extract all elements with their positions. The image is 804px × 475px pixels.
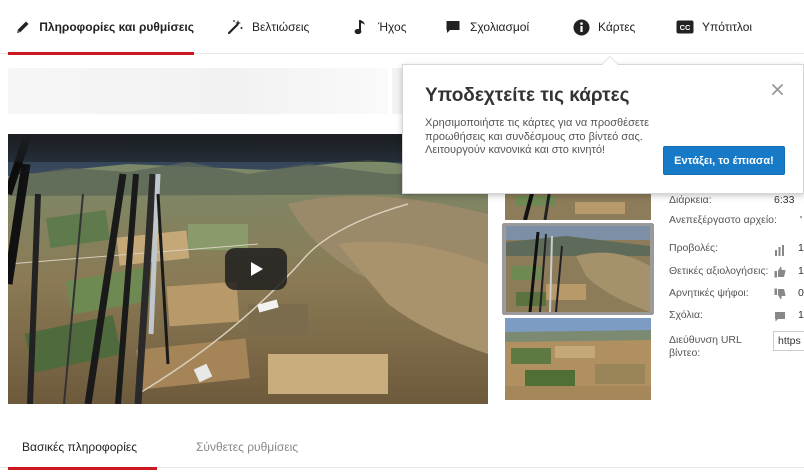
info-circle-icon	[572, 18, 590, 36]
views-value: 1	[798, 242, 804, 254]
tab-label: Κάρτες	[598, 20, 636, 34]
title-strip-edge	[392, 68, 402, 114]
cards-welcome-popup: Υποδεχτείτε τις κάρτες Χρησιμοποιήστε τι…	[402, 56, 804, 194]
popup-description: Χρησιμοποιήστε τις κάρτες για να προσθέσ…	[425, 117, 650, 156]
play-button[interactable]	[225, 248, 287, 290]
duration-label: Διάρκεια:	[669, 194, 712, 206]
thumbnail-image	[505, 318, 651, 400]
tab-audio[interactable]: Ήχος	[352, 0, 407, 54]
music-note-icon	[352, 18, 370, 36]
thumbnail-option-3[interactable]	[505, 318, 651, 400]
video-url-field[interactable]: https	[773, 331, 804, 351]
tab-label: Ήχος	[378, 20, 407, 34]
thumbnail-image	[506, 226, 650, 312]
likes-label: Θετικές αξιολογήσεις:	[669, 265, 769, 277]
comments-value: 1	[798, 309, 804, 321]
duration-value: 6:33	[774, 194, 795, 206]
dislikes-value: 0	[798, 287, 804, 299]
close-icon[interactable]	[769, 81, 785, 97]
magic-wand-icon	[226, 18, 244, 36]
thumbs-up-icon	[774, 265, 786, 278]
likes-value: 1	[798, 265, 804, 277]
thumbnail-option-2-selected[interactable]	[503, 223, 653, 315]
popup-title: Υποδεχτείτε τις κάρτες	[425, 85, 630, 106]
tab-enhancements[interactable]: Βελτιώσεις	[226, 0, 309, 54]
video-title-field-blurred	[8, 68, 388, 114]
views-label: Προβολές:	[669, 242, 718, 254]
comment-icon	[774, 310, 786, 322]
top-tab-bar: Πληροφορίες και ρυθμίσεις Βελτιώσεις Ήχο…	[0, 0, 804, 55]
got-it-button[interactable]: Εντάξει, το έπιασα!	[663, 146, 785, 175]
raw-file-value: '	[800, 214, 803, 226]
subtab-advanced-settings[interactable]: Σύνθετες ρυθμίσεις	[196, 426, 298, 468]
tab-info-settings[interactable]: Πληροφορίες και ρυθμίσεις	[8, 0, 194, 55]
cc-icon: CC	[676, 18, 694, 36]
settings-sub-tabs: Βασικές πληροφορίες Σύνθετες ρυθμίσεις	[0, 426, 804, 470]
tab-label: Σχολιασμοί	[470, 20, 530, 34]
tab-label: Υπότιτλοι	[702, 20, 753, 34]
pencil-icon	[14, 18, 31, 36]
play-icon	[251, 262, 263, 276]
speech-bubble-icon	[444, 18, 462, 36]
video-url-label: Διεύθυνση URL βίντεο:	[669, 334, 742, 359]
tab-label: Βελτιώσεις	[252, 20, 310, 34]
dislikes-label: Αρνητικές ψήφοι:	[669, 287, 749, 299]
comments-label: Σχόλια:	[669, 309, 703, 321]
tab-annotations[interactable]: Σχολιασμοί	[444, 0, 529, 54]
svg-text:CC: CC	[680, 23, 691, 32]
raw-file-label: Ανεπεξέργαστο αρχείο:	[669, 214, 777, 226]
subtab-basic-info[interactable]: Βασικές πληροφορίες	[7, 426, 158, 470]
thumbs-down-icon	[774, 287, 786, 300]
tab-cards[interactable]: Κάρτες	[572, 0, 635, 54]
tab-subtitles[interactable]: CC Υπότιτλοι	[676, 0, 752, 54]
bar-chart-icon	[774, 243, 786, 256]
tab-label: Πληροφορίες και ρυθμίσεις	[39, 20, 194, 34]
